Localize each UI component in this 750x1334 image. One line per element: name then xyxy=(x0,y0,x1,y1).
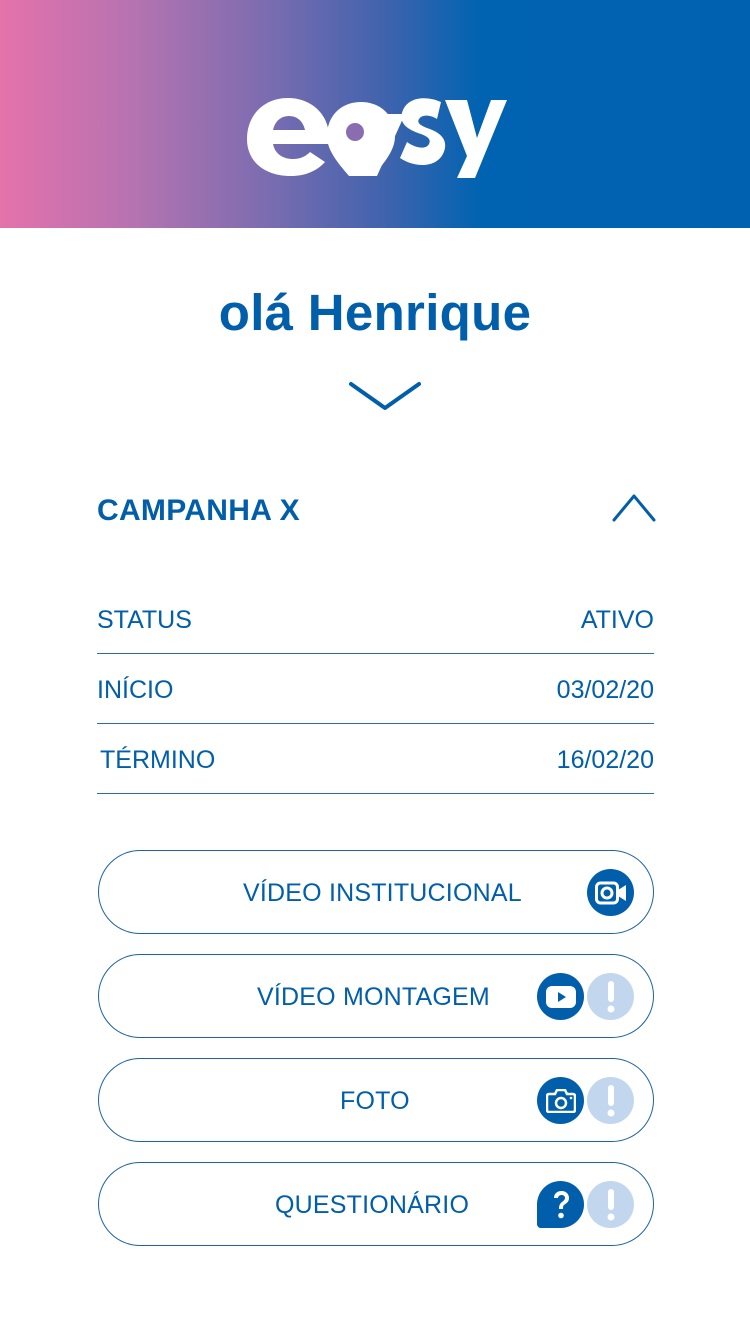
header-banner xyxy=(0,0,750,228)
info-value: 16/02/20 xyxy=(556,746,654,774)
button-label: VÍDEO INSTITUCIONAL xyxy=(243,879,522,907)
info-value: ATIVO xyxy=(580,606,654,634)
info-label: TÉRMINO xyxy=(100,746,216,774)
info-label: STATUS xyxy=(97,606,192,634)
campaign-title: CAMPANHA X xyxy=(97,494,300,527)
info-row-status: STATUS ATIVO xyxy=(97,584,654,654)
foto-button[interactable]: FOTO xyxy=(98,1058,654,1142)
info-row-start: INÍCIO 03/02/20 xyxy=(97,654,654,724)
button-label: FOTO xyxy=(340,1087,410,1115)
play-icon xyxy=(537,973,584,1020)
alert-icon xyxy=(587,973,634,1020)
alert-icon xyxy=(587,1181,634,1228)
video-montagem-button[interactable]: VÍDEO MONTAGEM xyxy=(98,954,654,1038)
chevron-down-icon[interactable] xyxy=(349,380,421,414)
info-label: INÍCIO xyxy=(97,676,174,704)
button-label: QUESTIONÁRIO xyxy=(275,1191,470,1219)
chevron-up-icon[interactable] xyxy=(612,492,656,524)
info-value: 03/02/20 xyxy=(556,676,654,704)
question-icon xyxy=(537,1181,584,1228)
alert-icon xyxy=(587,1077,634,1124)
easy-logo xyxy=(247,98,507,178)
button-label: VÍDEO MONTAGEM xyxy=(257,983,490,1011)
questionario-button[interactable]: QUESTIONÁRIO xyxy=(98,1162,654,1246)
camera-icon xyxy=(537,1077,584,1124)
video-camera-icon xyxy=(587,869,634,916)
info-row-end: TÉRMINO 16/02/20 xyxy=(97,724,654,794)
greeting-title: olá Henrique xyxy=(218,284,532,341)
video-institucional-button[interactable]: VÍDEO INSTITUCIONAL xyxy=(98,850,654,934)
